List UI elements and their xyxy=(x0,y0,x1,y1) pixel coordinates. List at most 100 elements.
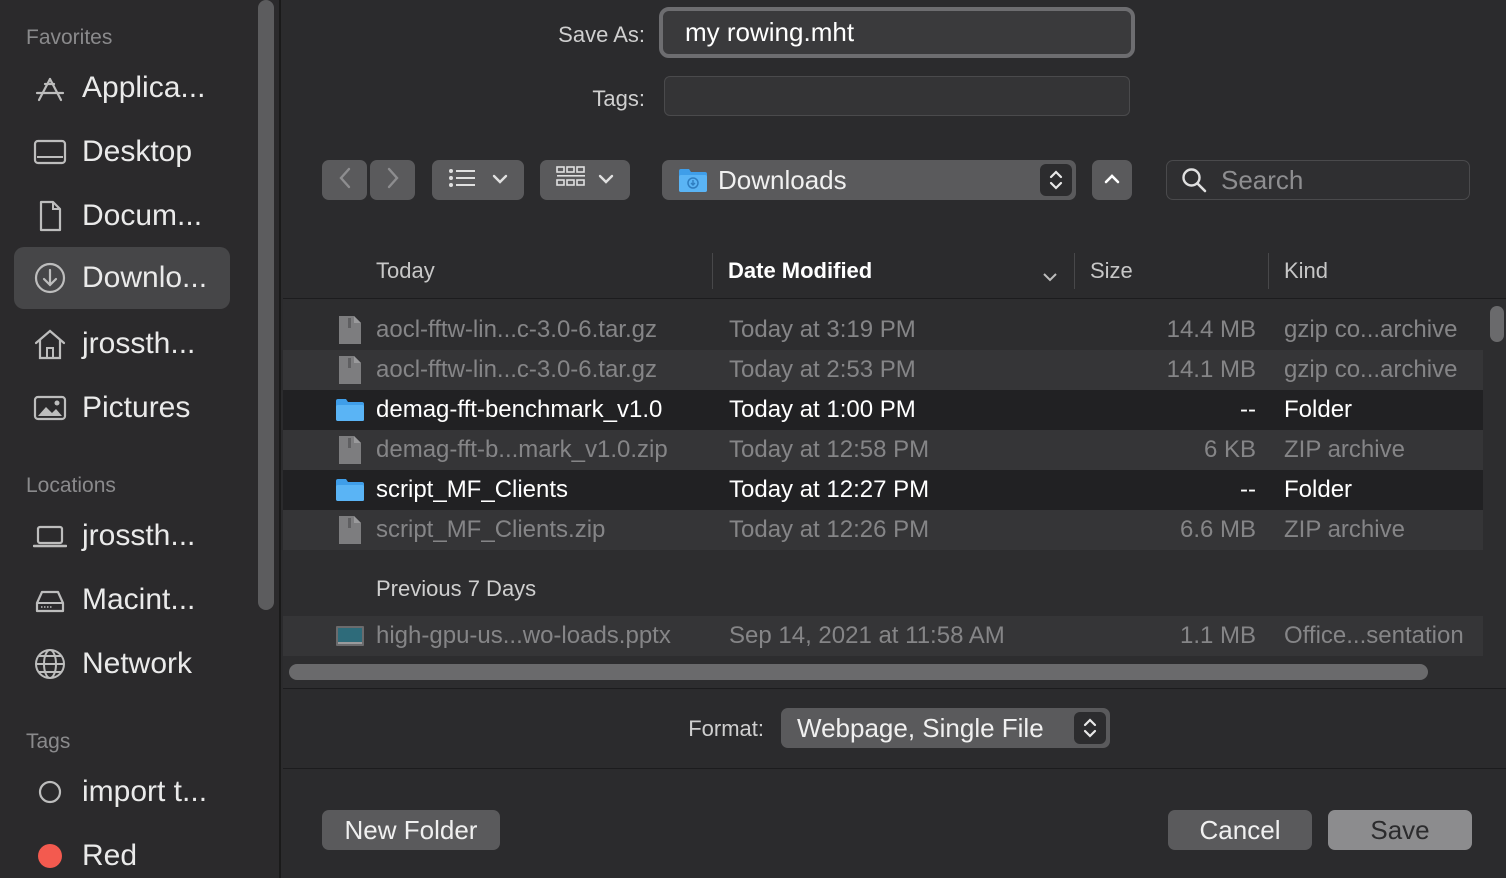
chevron-down-icon xyxy=(492,171,508,189)
sidebar-item-pictures[interactable]: Pictures xyxy=(14,377,230,439)
sidebar-item-tag-import[interactable]: import t... xyxy=(14,761,230,823)
tags-field[interactable] xyxy=(664,76,1130,116)
forward-button[interactable] xyxy=(370,160,415,200)
save-as-field[interactable]: my rowing.mht xyxy=(659,7,1135,58)
chevron-up-icon xyxy=(1104,171,1120,189)
list-view-icon xyxy=(448,168,476,193)
sidebar-section-favorites: Favorites xyxy=(26,26,113,49)
file-size: 14.1 MB xyxy=(1166,356,1256,383)
file-kind: Folder xyxy=(1284,476,1353,503)
file-size: 6 KB xyxy=(1203,436,1256,463)
sidebar-item-computer[interactable]: jrossth... xyxy=(14,505,230,567)
sidebar-item-label: jrossth... xyxy=(82,327,196,360)
sort-chevron-down-icon xyxy=(1042,263,1058,289)
chevron-right-icon xyxy=(386,167,400,194)
harddrive-icon xyxy=(32,582,68,618)
file-date: Today at 2:53 PM xyxy=(729,356,916,383)
sidebar-item-label: Red xyxy=(82,839,138,872)
sidebar-item-label: import t... xyxy=(82,775,208,808)
file-kind: gzip co...archive xyxy=(1284,356,1458,383)
sidebar-item-documents[interactable]: Docum... xyxy=(14,185,230,247)
search-icon xyxy=(1181,167,1207,193)
table-row[interactable]: demag-fft-benchmark_v1.0 Today at 1:00 P… xyxy=(283,390,1483,430)
tag-empty-circle-icon xyxy=(32,774,68,810)
table-row[interactable]: demag-fft-b...mark_v1.0.zip Today at 12:… xyxy=(283,430,1483,470)
file-size: 1.1 MB xyxy=(1179,622,1256,649)
sidebar-item-label: jrossth... xyxy=(82,519,196,552)
grid-group-icon xyxy=(556,165,586,195)
file-size: 6.6 MB xyxy=(1179,516,1256,543)
file-kind: Office...sentation xyxy=(1284,622,1464,649)
file-date: Today at 1:00 PM xyxy=(729,396,916,423)
sidebar-item-label: Applica... xyxy=(82,71,206,104)
column-header-size[interactable]: Size xyxy=(1090,243,1133,299)
expand-collapse-button[interactable] xyxy=(1092,160,1132,200)
presentation-file-icon xyxy=(335,616,365,656)
vertical-scrollbar[interactable] xyxy=(1490,306,1504,342)
file-kind: gzip co...archive xyxy=(1284,316,1458,343)
sidebar-item-downloads[interactable]: Downlo... xyxy=(14,247,230,309)
table-row[interactable]: aocl-fftw-lin...c-3.0-6.tar.gz Today at … xyxy=(283,350,1483,390)
downloads-folder-icon xyxy=(678,167,708,193)
new-folder-button[interactable]: New Folder xyxy=(322,810,500,850)
sidebar: Favorites Applica... Desktop Docum... Do… xyxy=(0,0,281,878)
column-separator xyxy=(1268,253,1269,289)
table-row[interactable]: script_MF_Clients Today at 12:27 PM -- F… xyxy=(283,470,1483,510)
file-date: Today at 12:26 PM xyxy=(729,516,930,543)
divider xyxy=(283,688,1506,689)
column-header-date[interactable]: Date Modified xyxy=(728,243,1058,299)
tags-label: Tags: xyxy=(592,86,645,111)
sidebar-item-label: Downlo... xyxy=(82,261,208,294)
sidebar-item-home[interactable]: jrossth... xyxy=(14,313,230,375)
file-size: 14.4 MB xyxy=(1166,316,1256,343)
file-list-header: Today Date Modified Size Kind xyxy=(283,243,1506,299)
column-header-date-label: Date Modified xyxy=(728,258,873,283)
back-button[interactable] xyxy=(322,160,367,200)
updown-chevron-icon xyxy=(1074,712,1106,744)
sidebar-item-macintosh-hd[interactable]: Macint... xyxy=(14,569,230,631)
format-popup[interactable]: Webpage, Single File xyxy=(781,708,1110,748)
home-icon xyxy=(32,326,68,362)
divider xyxy=(283,768,1506,769)
column-header-name[interactable]: Today xyxy=(376,243,435,299)
search-placeholder: Search xyxy=(1221,164,1304,195)
tag-red-dot-icon xyxy=(32,838,68,874)
file-date: Today at 12:27 PM xyxy=(729,476,930,503)
file-size: -- xyxy=(1240,476,1256,503)
group-by-button[interactable] xyxy=(540,160,630,200)
file-kind: Folder xyxy=(1284,396,1353,423)
sidebar-item-desktop[interactable]: Desktop xyxy=(14,121,230,183)
column-header-kind[interactable]: Kind xyxy=(1284,243,1328,299)
column-separator xyxy=(712,253,713,289)
folder-name: script_MF_Clients xyxy=(376,476,569,503)
file-list: Today Date Modified Size Kind aocl-fftw-… xyxy=(283,243,1506,688)
format-label: Format: xyxy=(688,716,764,741)
sidebar-item-label: Network xyxy=(82,647,193,680)
location-popup[interactable]: Downloads xyxy=(662,160,1076,200)
location-label: Downloads xyxy=(718,164,847,195)
sidebar-item-label: Pictures xyxy=(82,391,191,424)
file-kind: ZIP archive xyxy=(1284,516,1405,543)
list-view-button[interactable] xyxy=(432,160,524,200)
save-button[interactable]: Save xyxy=(1328,810,1472,850)
file-date: Sep 14, 2021 at 11:58 AM xyxy=(729,622,1005,649)
table-row[interactable]: high-gpu-us...wo-loads.pptx Sep 14, 2021… xyxy=(283,616,1483,656)
cancel-button[interactable]: Cancel xyxy=(1168,810,1312,850)
sidebar-section-tags: Tags xyxy=(26,730,71,753)
desktop-icon xyxy=(32,134,68,170)
applications-icon xyxy=(32,70,68,106)
sidebar-item-tag-red[interactable]: Red xyxy=(14,825,230,878)
save-as-label: Save As: xyxy=(558,22,645,47)
network-icon xyxy=(32,646,68,682)
sidebar-item-network[interactable]: Network xyxy=(14,633,230,695)
sidebar-item-applications[interactable]: Applica... xyxy=(14,57,230,119)
sidebar-scrollbar[interactable] xyxy=(258,0,274,610)
pictures-icon xyxy=(32,390,68,426)
horizontal-scrollbar[interactable] xyxy=(289,664,1428,680)
table-row[interactable]: aocl-fftw-lin...c-3.0-6.tar.gz Today at … xyxy=(283,310,1483,350)
file-icon xyxy=(335,350,365,390)
sidebar-item-label: Desktop xyxy=(82,135,193,168)
file-name: aocl-fftw-lin...c-3.0-6.tar.gz xyxy=(376,356,657,383)
table-row[interactable]: script_MF_Clients.zip Today at 12:26 PM … xyxy=(283,510,1483,550)
search-input[interactable]: Search xyxy=(1166,160,1470,200)
